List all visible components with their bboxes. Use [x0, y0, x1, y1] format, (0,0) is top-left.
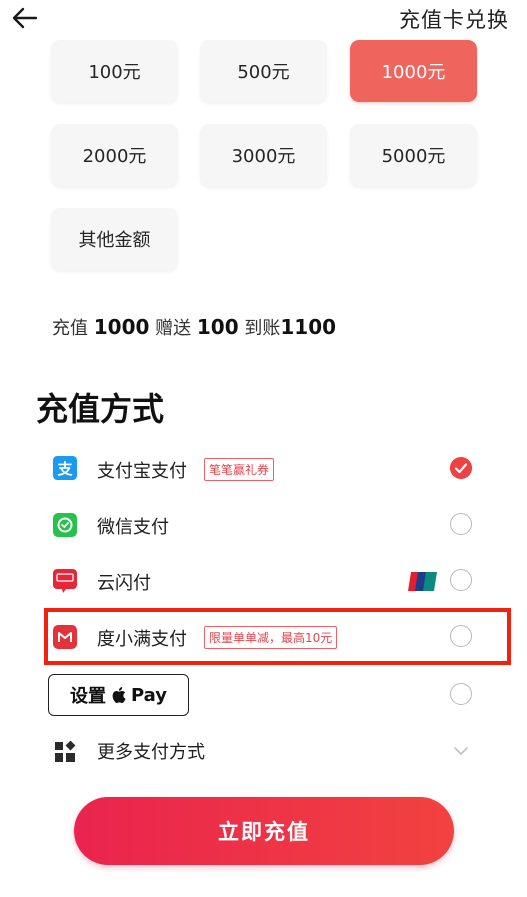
payment-label-quickpass: 云闪付 [97, 573, 151, 594]
svg-text:支: 支 [56, 460, 73, 478]
alipay-icon: 支 [53, 456, 77, 480]
amount-option-other[interactable]: 其他金额 [51, 208, 178, 270]
payment-row-alipay[interactable]: 支 支付宝支付 笔笔赢礼券 [0, 444, 527, 494]
recharge-summary: 充值 1000 赠送 100 到账1100 [52, 314, 336, 340]
wechat-radio[interactable] [450, 513, 472, 535]
cloud-quickpass-icon [53, 569, 77, 593]
amount-option-2000[interactable]: 2000元 [51, 124, 178, 186]
amount-option-100[interactable]: 100元 [51, 40, 178, 102]
more-methods-grid-icon [55, 741, 76, 762]
quickpass-radio[interactable] [450, 569, 472, 591]
amount-option-5000[interactable]: 5000元 [350, 124, 477, 186]
payment-label-alipay: 支付宝支付 [97, 461, 187, 482]
summary-arrive-label: 到账 [244, 318, 281, 339]
setup-label: 设置 [69, 686, 106, 707]
summary-prefix: 充值 [52, 318, 88, 339]
summary-amount: 1000 [93, 315, 150, 339]
chevron-down-icon[interactable] [452, 745, 470, 757]
summary-gift-label: 赠送 [155, 318, 192, 339]
apple-icon [112, 687, 126, 703]
summary-arrive: 1100 [280, 315, 337, 339]
alipay-promo-badge: 笔笔赢礼券 [204, 458, 275, 481]
recharge-now-button[interactable]: 立即充值 [74, 797, 454, 865]
back-arrow-icon[interactable] [8, 4, 42, 32]
payment-section-title: 充值方式 [36, 390, 165, 428]
duxiaoman-highlight-frame [44, 608, 511, 665]
apple-pay-label: Pay [130, 684, 168, 706]
more-payment-methods[interactable]: 更多支付方式 [97, 738, 205, 764]
payment-row-wechat[interactable]: 微信支付 [0, 500, 527, 550]
apple-pay-radio[interactable] [450, 683, 472, 705]
payment-label-wechat: 微信支付 [97, 517, 169, 538]
amount-option-1000[interactable]: 1000元 [350, 40, 477, 102]
amount-option-3000[interactable]: 3000元 [200, 124, 327, 186]
wechat-pay-icon [53, 513, 77, 537]
payment-row-quickpass[interactable]: 云闪付 [0, 556, 527, 606]
setup-apple-pay-button[interactable]: 设置 Pay [48, 674, 189, 716]
recharge-card-redeem-link[interactable]: 充值卡兑换 [399, 4, 509, 34]
summary-gift: 100 [196, 315, 239, 339]
unionpay-icon [408, 572, 437, 591]
amount-option-500[interactable]: 500元 [200, 40, 327, 102]
alipay-selected-check-icon[interactable] [450, 457, 472, 479]
